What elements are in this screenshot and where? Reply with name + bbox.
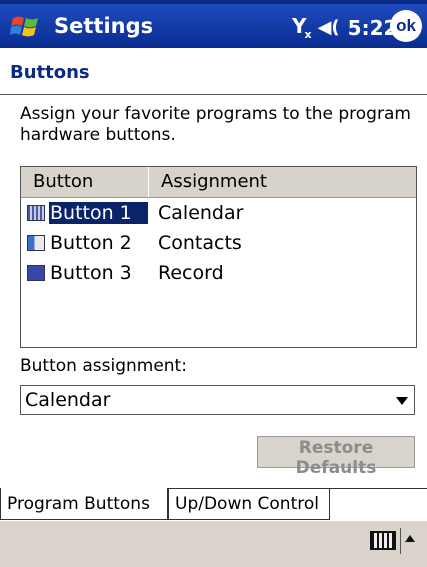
tab-program-buttons[interactable]: Program Buttons	[0, 488, 168, 520]
status-area[interactable]: Yx ◀( 5:22	[292, 14, 397, 41]
list-row[interactable]: Button 2 Contacts	[21, 228, 416, 258]
no-signal-icon[interactable]: Yx	[292, 14, 312, 41]
calendar-app-icon	[27, 205, 45, 221]
app-title: Settings	[54, 14, 154, 38]
keyboard-icon[interactable]	[370, 531, 396, 550]
windows-start-icon[interactable]	[10, 12, 42, 40]
row-button-name: Button 1	[49, 202, 148, 224]
row-button-name: Button 2	[50, 232, 132, 254]
column-header-button[interactable]: Button	[21, 167, 149, 197]
input-panel-arrow-icon[interactable]	[405, 535, 415, 542]
row-assignment: Calendar	[158, 202, 244, 224]
header-divider	[0, 94, 427, 95]
ok-button[interactable]: ok	[390, 10, 422, 42]
contacts-app-icon	[27, 235, 45, 251]
row-button-name: Button 3	[50, 262, 132, 284]
dropdown-arrow-icon[interactable]	[396, 397, 408, 405]
tab-up-down-control[interactable]: Up/Down Control	[168, 488, 330, 520]
title-bar: Settings Yx ◀( 5:22 ok	[0, 4, 427, 48]
list-header: Button Assignment	[21, 167, 416, 198]
row-assignment: Contacts	[158, 232, 242, 254]
input-divider	[400, 528, 401, 554]
command-bar	[0, 521, 427, 567]
select-value: Calendar	[25, 389, 111, 411]
column-header-assignment[interactable]: Assignment	[149, 167, 416, 197]
record-app-icon	[27, 265, 45, 281]
list-row[interactable]: Button 3 Record	[21, 258, 416, 288]
button-assignment-select[interactable]: Calendar	[20, 385, 415, 415]
button-assignment-label: Button assignment:	[20, 356, 187, 376]
list-row[interactable]: Button 1 Calendar	[21, 198, 416, 228]
speaker-icon[interactable]: ◀(	[318, 17, 340, 38]
page-title: Buttons	[10, 62, 90, 83]
description-text: Assign your favorite programs to the pro…	[20, 104, 411, 145]
tab-strip: Program Buttons Up/Down Control	[0, 488, 427, 521]
restore-defaults-button[interactable]: Restore Defaults	[257, 436, 415, 478]
row-assignment: Record	[158, 262, 224, 284]
button-assignment-list[interactable]: Button Assignment Button 1 Calendar Butt…	[20, 166, 417, 348]
